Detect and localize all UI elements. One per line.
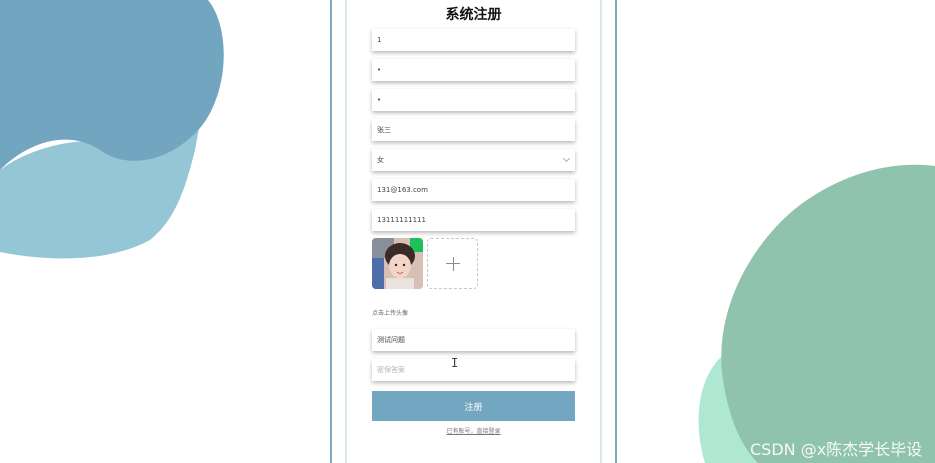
avatar-thumbnail[interactable] xyxy=(372,238,423,289)
page-title: 系统注册 xyxy=(445,7,502,23)
page-stage: 系统注册 1 • • 张三 女 131@163.com 13111111111 … xyxy=(0,0,935,463)
gender-select[interactable]: 女 xyxy=(372,149,575,171)
watermark-text: CSDN @x陈杰学长毕设 xyxy=(750,440,923,459)
green-blob xyxy=(721,164,935,463)
login-link[interactable]: 已有账号，直接登录 xyxy=(372,426,575,435)
register-button[interactable]: 注册 xyxy=(372,391,575,421)
email-input[interactable]: 131@163.com xyxy=(372,179,575,201)
confirm-password-input[interactable]: • xyxy=(372,89,575,111)
avatar-photo xyxy=(372,238,423,289)
security-question-input[interactable]: 测试问题 xyxy=(372,329,575,351)
gender-select-value: 女 xyxy=(377,156,384,164)
phone-input[interactable]: 13111111111 xyxy=(372,209,575,231)
security-answer-input[interactable]: 密保答案 xyxy=(372,359,575,381)
avatar-upload-button[interactable] xyxy=(427,238,478,289)
username-input[interactable]: 1 xyxy=(372,29,575,51)
plus-icon-vertical xyxy=(452,257,454,271)
password-input[interactable]: • xyxy=(372,59,575,81)
upload-hint-text: 点击上传头像 xyxy=(372,310,409,317)
real-name-input[interactable]: 张三 xyxy=(372,119,575,141)
chevron-down-icon xyxy=(562,154,571,163)
text-cursor-icon: I xyxy=(451,356,459,370)
